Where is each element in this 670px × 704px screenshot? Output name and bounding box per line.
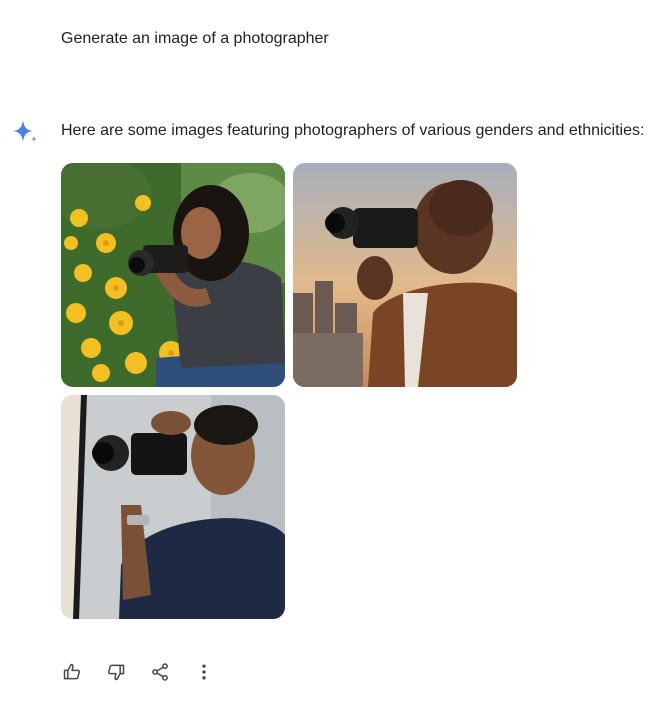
gemini-sparkle-icon <box>13 120 37 142</box>
photographer-image-2[interactable] <box>293 163 517 387</box>
thumbs-down-icon <box>107 664 125 681</box>
share-icon <box>152 663 168 681</box>
thumbs-up-icon <box>63 663 81 680</box>
photographer-image-1[interactable] <box>61 163 285 387</box>
thumbs-up-button[interactable] <box>56 656 88 688</box>
more-options-button[interactable] <box>188 656 220 688</box>
share-button[interactable] <box>144 656 176 688</box>
response-actions <box>56 656 232 688</box>
photographer-image-3[interactable] <box>61 395 285 619</box>
more-vert-icon <box>202 664 206 680</box>
thumbs-down-button[interactable] <box>100 656 132 688</box>
user-prompt: Generate an image of a photographer <box>61 30 329 47</box>
response-text: Here are some images featuring photograp… <box>61 122 645 139</box>
